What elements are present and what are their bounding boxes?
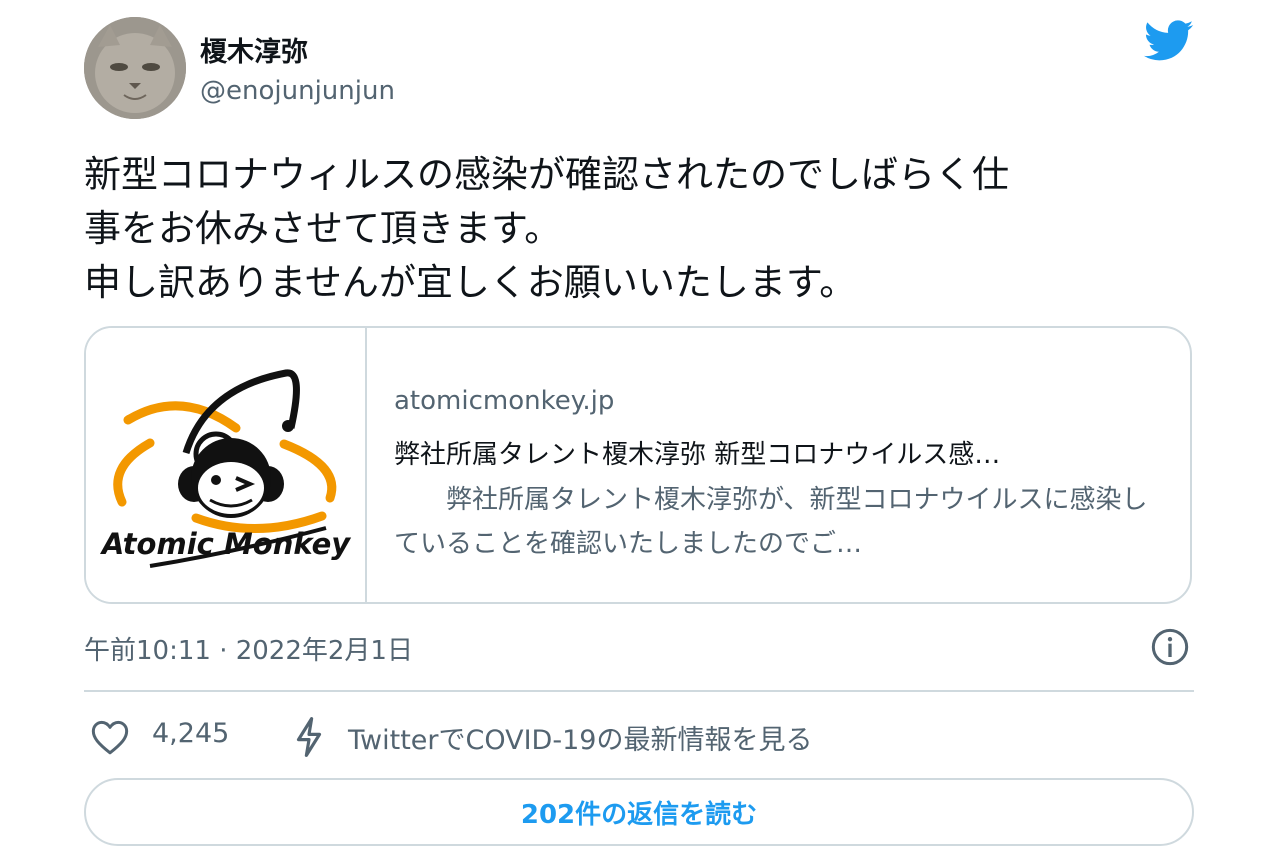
covid-info-link[interactable]: TwitterでCOVID-19の最新情報を見る <box>348 718 812 757</box>
divider <box>84 690 1194 692</box>
read-replies-button[interactable]: 202件の返信を読む <box>84 778 1194 846</box>
avatar[interactable] <box>84 17 186 119</box>
link-card[interactable]: Atomic Monkey atomicmonkey.jp 弊社所属タレント榎木… <box>84 326 1192 604</box>
card-description: 弊社所属タレント榎木淳弥が、新型コロナウイルスに感染していることを確認いたしまし… <box>394 485 1148 559</box>
card-title: 弊社所属タレント榎木淳弥 新型コロナウイルス感… <box>394 440 1001 470</box>
like-count[interactable]: 4,245 <box>152 718 229 749</box>
lightning-icon[interactable] <box>292 716 326 758</box>
atomic-monkey-logo: Atomic Monkey <box>100 369 351 568</box>
user-handle[interactable]: @enojunjunjun <box>200 76 395 106</box>
heart-icon[interactable] <box>90 718 130 756</box>
tweet-text: 新型コロナウィルスの感染が確認されたのでしばらく仕 事をお休みさせて頂きます。 … <box>84 153 1009 304</box>
read-replies-label: 202件の返信を読む <box>520 799 758 830</box>
display-name[interactable]: 榎木淳弥 <box>200 30 308 69</box>
twitter-bird-icon[interactable] <box>1144 20 1194 62</box>
info-icon[interactable] <box>1150 627 1190 667</box>
card-domain: atomicmonkey.jp <box>394 386 615 416</box>
cat-avatar-image <box>84 17 186 119</box>
tweet-timestamp[interactable]: 午前10:11 · 2022年2月1日 <box>84 630 413 667</box>
svg-text:Atomic Monkey: Atomic Monkey <box>100 527 351 561</box>
card-thumbnail: Atomic Monkey <box>86 328 367 602</box>
